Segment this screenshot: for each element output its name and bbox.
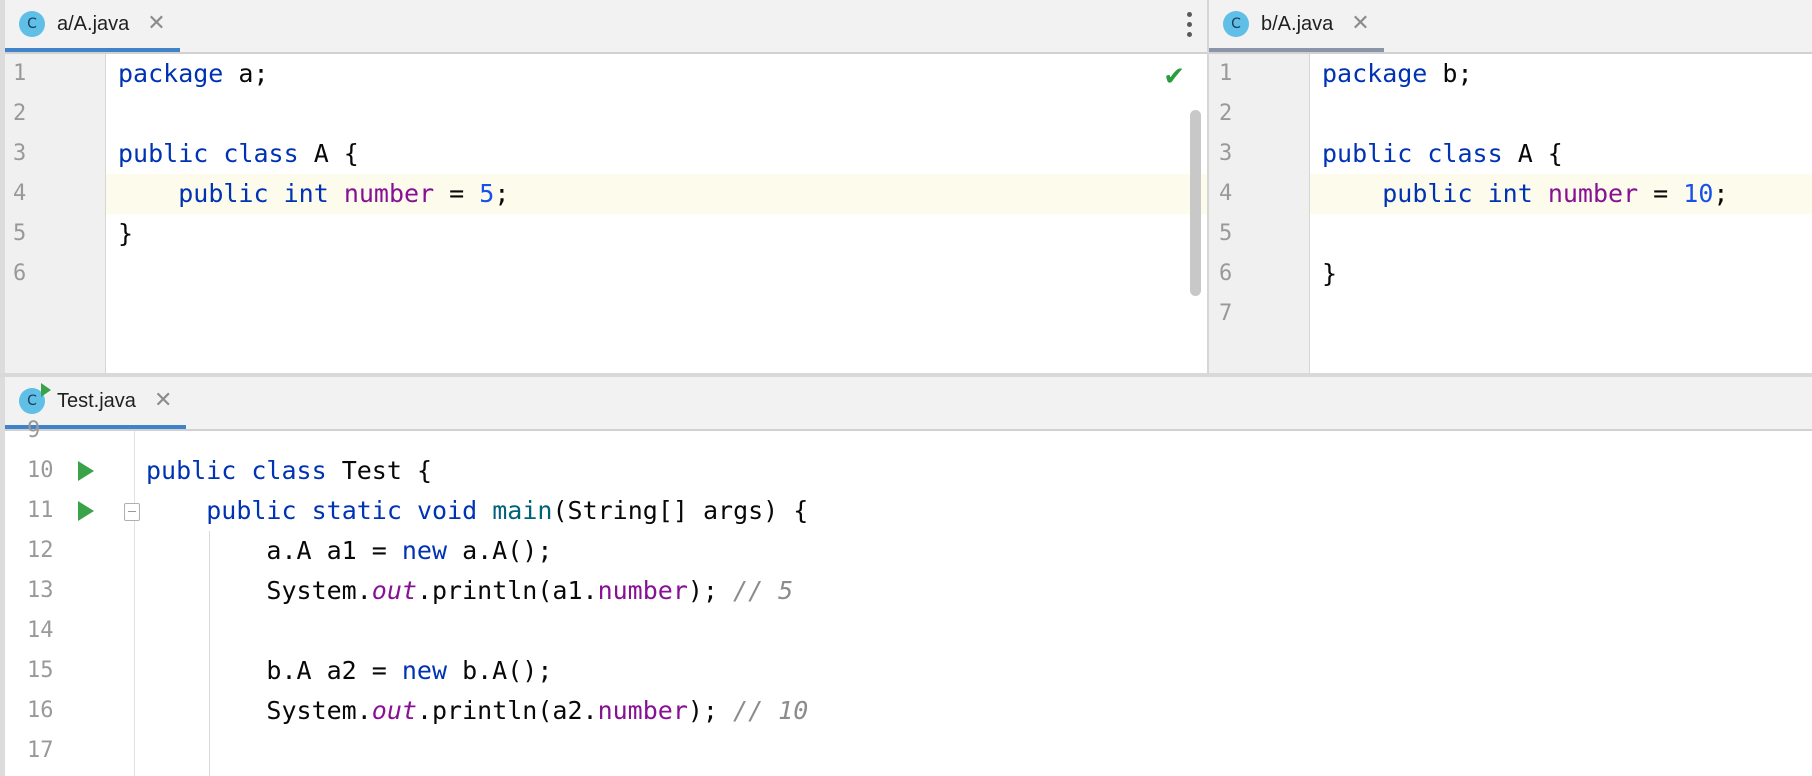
code-line: public int number = 10; — [1382, 179, 1729, 208]
run-class-icon[interactable] — [78, 461, 94, 481]
code-line: package b; — [1322, 59, 1473, 88]
gutter: 9 10 11 12 13 14 15 16 17 — [5, 418, 140, 776]
line-number: 15 — [27, 658, 54, 683]
code-line: public class A { — [1322, 139, 1563, 168]
code-line: public class Test { — [146, 456, 432, 485]
line-number: 6 — [1219, 261, 1233, 286]
code-line: package a; — [118, 59, 269, 88]
line-number: 1 — [1219, 61, 1233, 86]
tab-bar-b: C b/A.java ✕ — [1209, 0, 1812, 54]
code-line: public static void main(String[] args) { — [206, 496, 809, 525]
line-number: 13 — [27, 578, 54, 603]
more-options-icon[interactable] — [1187, 12, 1193, 42]
line-number: 12 — [27, 538, 54, 563]
java-class-icon: C — [1223, 11, 1249, 37]
tab-b-java[interactable]: C b/A.java ✕ — [1209, 0, 1384, 52]
editor-pane-b: C b/A.java ✕ 1 2 3 4 5 6 7 package b; pu… — [1209, 0, 1812, 373]
code-line: System.out.println(a2.number); // 10 — [146, 696, 809, 725]
vertical-scrollbar[interactable] — [1190, 110, 1201, 296]
close-icon[interactable]: ✕ — [154, 390, 172, 412]
tab-label: b/A.java — [1261, 12, 1334, 35]
gutter: 1 2 3 4 5 6 — [5, 54, 106, 373]
code-editor-test[interactable]: 9 10 11 12 13 14 15 16 17 public class T… — [5, 418, 1812, 776]
line-number: 7 — [1219, 301, 1233, 326]
line-number: 5 — [13, 221, 27, 246]
line-number: 2 — [13, 101, 27, 126]
line-number: 2 — [1219, 101, 1233, 126]
tab-label: Test.java — [57, 389, 136, 412]
line-number: 3 — [13, 141, 27, 166]
run-main-icon[interactable] — [78, 501, 94, 521]
line-number: 17 — [27, 738, 54, 763]
line-number: 6 — [13, 261, 27, 286]
code-editor-b[interactable]: 1 2 3 4 5 6 7 package b; public class A … — [1209, 54, 1812, 373]
line-number: 5 — [1219, 221, 1233, 246]
code-area[interactable]: package a; public class A { public int n… — [118, 54, 1207, 373]
code-line: public class A { — [118, 139, 359, 168]
line-number: 1 — [13, 61, 27, 86]
code-area[interactable]: public class Test { public static void m… — [146, 411, 1812, 776]
line-number: 4 — [13, 181, 27, 206]
tab-bar-a: C a/A.java ✕ — [5, 0, 1207, 54]
java-class-icon: C — [19, 11, 45, 37]
no-problems-check-icon[interactable]: ✔ — [1163, 62, 1185, 92]
code-line: System.out.println(a1.number); // 5 — [146, 576, 794, 605]
line-number: 9 — [27, 418, 41, 443]
editor-pane-test: C Test.java ✕ 9 10 11 12 13 14 15 16 17 — [5, 377, 1812, 776]
line-number: 3 — [1219, 141, 1233, 166]
code-line: a.A a1 = new a.A(); — [146, 536, 553, 565]
close-icon[interactable]: ✕ — [147, 13, 165, 35]
code-line: public int number = 5; — [178, 179, 510, 208]
code-line: b.A a2 = new b.A(); — [146, 656, 553, 685]
code-editor-a[interactable]: 1 2 3 4 5 6 package a; public class A { … — [5, 54, 1207, 373]
tab-a-java[interactable]: C a/A.java ✕ — [5, 0, 180, 52]
code-area[interactable]: package b; public class A { public int n… — [1322, 54, 1812, 373]
line-number: 14 — [27, 618, 54, 643]
gutter: 1 2 3 4 5 6 7 — [1209, 54, 1310, 373]
code-line: } — [118, 219, 134, 248]
close-icon[interactable]: ✕ — [1351, 13, 1369, 35]
tab-label: a/A.java — [57, 12, 130, 35]
line-number: 4 — [1219, 181, 1233, 206]
fold-icon[interactable] — [124, 503, 140, 521]
editor-pane-a: C a/A.java ✕ 1 2 3 4 5 6 package a; publ… — [5, 0, 1207, 373]
code-line: } — [1322, 259, 1338, 288]
line-number: 16 — [27, 698, 54, 723]
